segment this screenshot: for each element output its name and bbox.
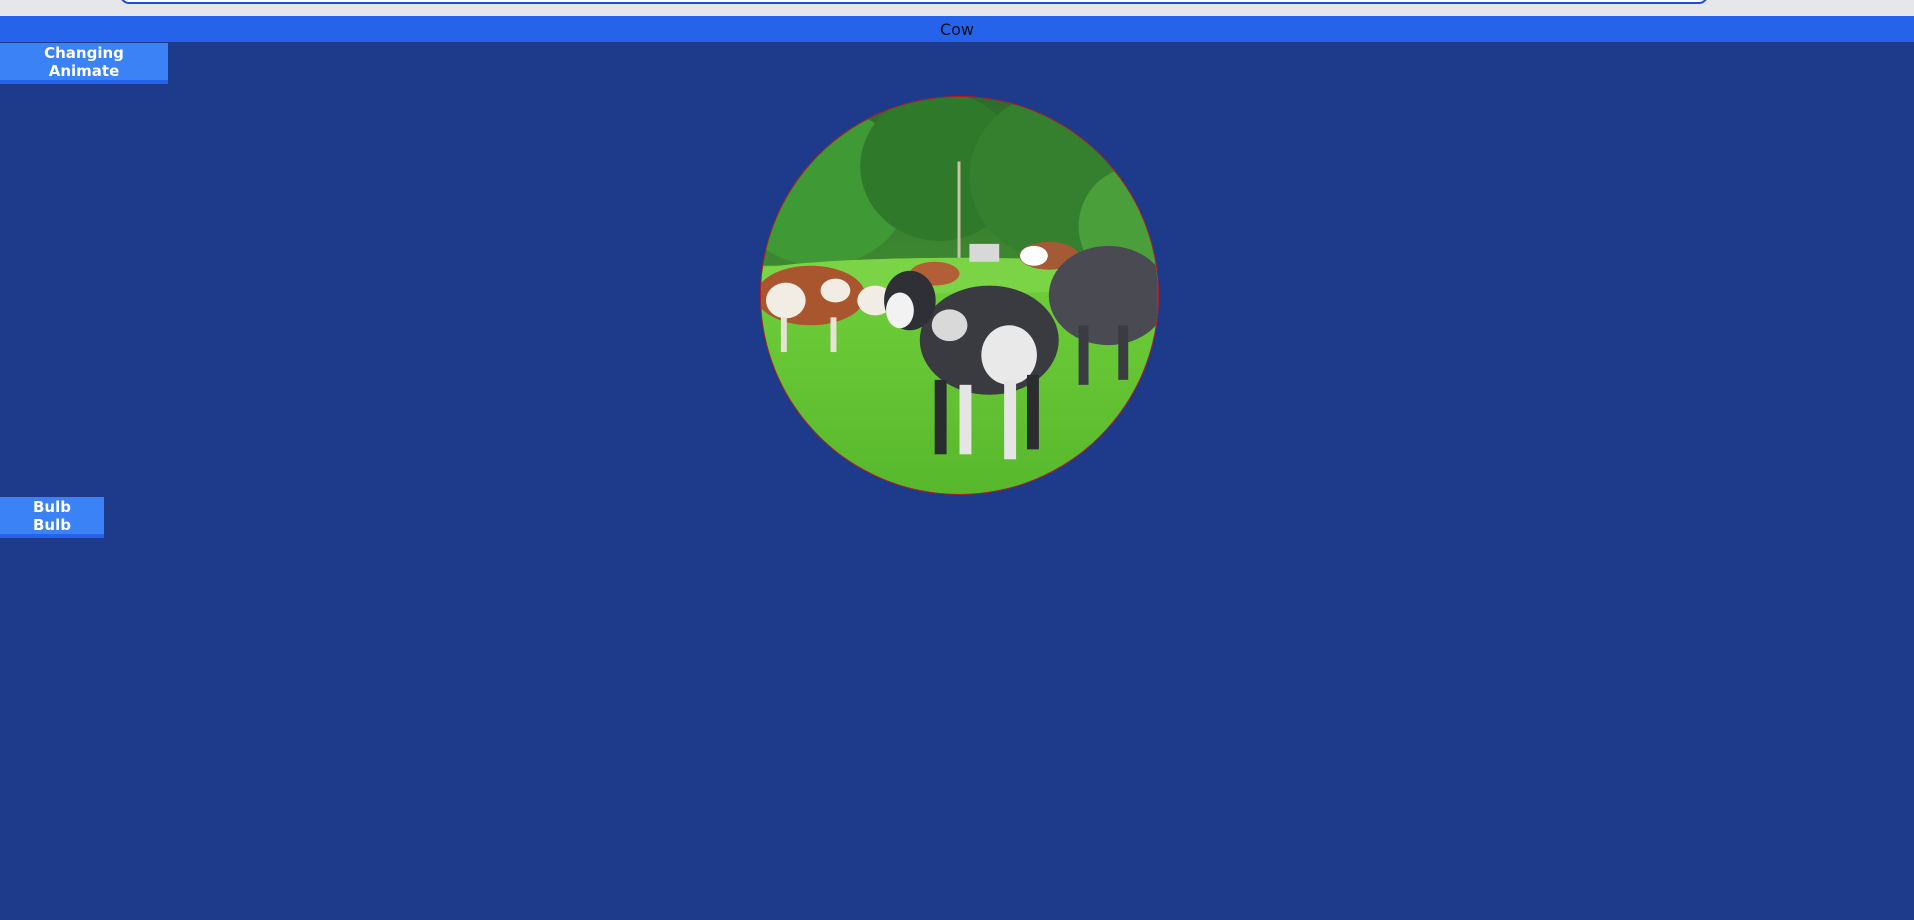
address-bar[interactable] (120, 0, 1708, 4)
browser-chrome (0, 0, 1914, 16)
page-title: Cow (939, 19, 975, 39)
title-bar: Cow (0, 16, 1914, 42)
changing-animate-button[interactable]: Changing Animate (0, 43, 168, 84)
bulb-button[interactable]: Bulb Bulb (0, 497, 104, 538)
cow-video-circle[interactable] (760, 96, 1159, 495)
cow-scene-image (761, 97, 1158, 494)
